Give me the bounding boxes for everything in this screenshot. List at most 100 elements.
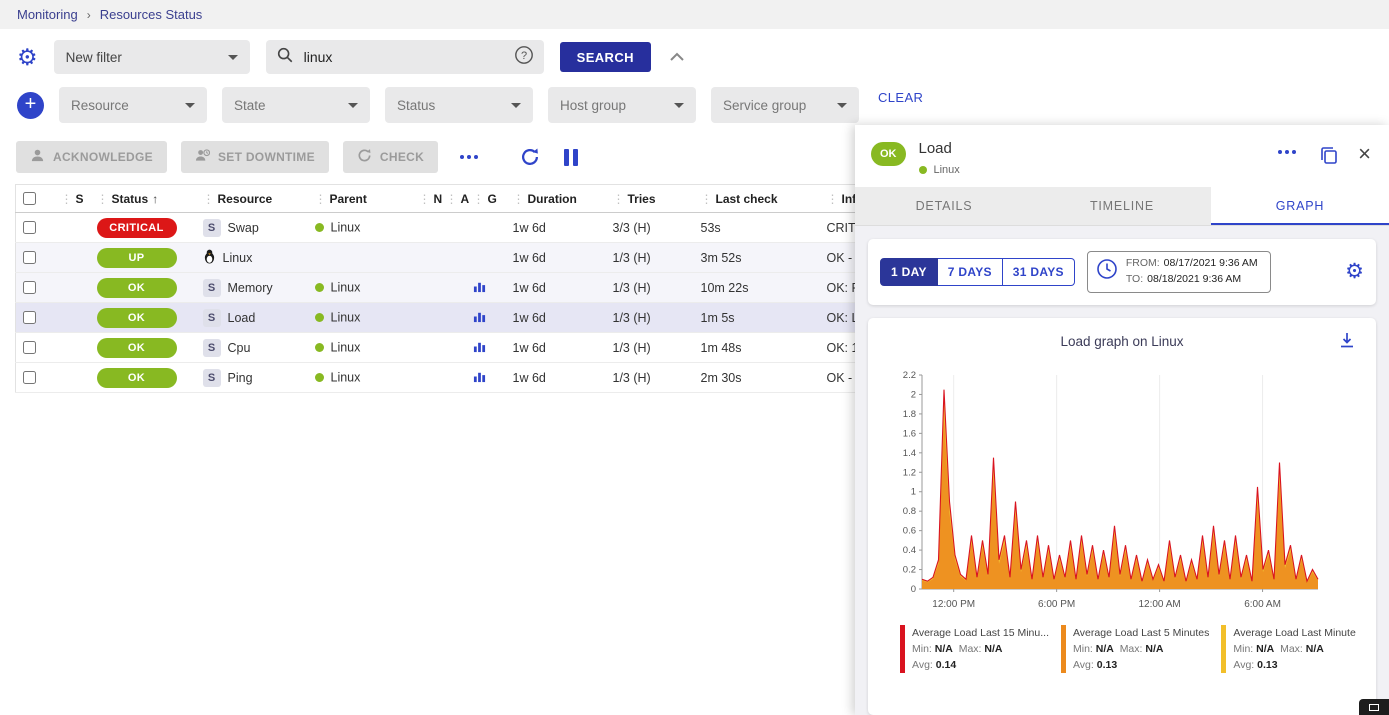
search-button[interactable]: SEARCH: [560, 42, 651, 72]
resource-name[interactable]: Ping: [228, 371, 253, 385]
parent-name[interactable]: Linux: [331, 341, 361, 355]
custom-date-range[interactable]: FROM:08/17/2021 9:36 AM TO:08/18/2021 9:…: [1087, 251, 1271, 293]
refresh-icon[interactable]: [518, 145, 542, 169]
more-actions-icon[interactable]: [452, 155, 486, 159]
col-notes[interactable]: N: [434, 192, 443, 206]
range-1-day-button[interactable]: 1 DAY: [880, 258, 938, 286]
service-group-filter-select[interactable]: Service group: [711, 87, 859, 123]
legend-item[interactable]: Average Load Last 15 Minu... Min: N/A Ma…: [900, 625, 1049, 674]
panel-subtitle[interactable]: Linux: [934, 164, 960, 176]
avg-value: 0.13: [1257, 659, 1277, 671]
export-graph-icon[interactable]: [1332, 330, 1362, 353]
col-action[interactable]: A: [461, 192, 470, 206]
svg-text:1.2: 1.2: [903, 467, 916, 478]
column-drag-icon[interactable]: ⋮: [315, 192, 327, 206]
column-drag-icon[interactable]: ⋮: [446, 192, 458, 206]
col-severity[interactable]: S: [76, 192, 84, 206]
check-button[interactable]: CHECK: [343, 141, 438, 173]
graph-chart-icon[interactable]: [473, 312, 486, 326]
pause-icon[interactable]: [564, 149, 578, 166]
close-icon[interactable]: ×: [1354, 143, 1375, 165]
col-duration[interactable]: Duration: [528, 192, 577, 206]
resource-name[interactable]: Linux: [223, 251, 253, 265]
column-drag-icon[interactable]: ⋮: [827, 192, 839, 206]
column-drag-icon[interactable]: ⋮: [701, 192, 713, 206]
tab-details[interactable]: DETAILS: [855, 187, 1033, 225]
column-drag-icon[interactable]: ⋮: [473, 192, 485, 206]
acknowledge-button[interactable]: ACKNOWLEDGE: [16, 141, 167, 173]
col-resource[interactable]: Resource: [218, 192, 273, 206]
resource-name[interactable]: Swap: [228, 221, 259, 235]
to-value[interactable]: 08/18/2021 9:36 AM: [1147, 273, 1241, 285]
max-label: Max:: [959, 643, 982, 655]
column-drag-icon[interactable]: ⋮: [613, 192, 625, 206]
graph-chart-icon[interactable]: [473, 282, 486, 296]
tab-timeline[interactable]: TIMELINE: [1033, 187, 1211, 225]
svg-text:12:00 AM: 12:00 AM: [1138, 599, 1180, 610]
add-criteria-button[interactable]: +: [17, 92, 44, 119]
duration-cell: 1w 6d: [510, 363, 610, 393]
host-group-filter-select[interactable]: Host group: [548, 87, 696, 123]
legend-item[interactable]: Average Load Last 5 Minutes Min: N/A Max…: [1061, 625, 1209, 674]
select-all-checkbox[interactable]: [23, 192, 36, 205]
col-tries[interactable]: Tries: [628, 192, 656, 206]
status-badge: OK: [97, 308, 177, 328]
last-check-cell: 1m 48s: [698, 333, 824, 363]
col-last-check[interactable]: Last check: [716, 192, 778, 206]
panel-more-icon[interactable]: [1270, 150, 1304, 154]
col-parent[interactable]: Parent: [330, 192, 367, 206]
clock-icon: [1096, 258, 1118, 285]
parent-name[interactable]: Linux: [331, 221, 361, 235]
parent-name[interactable]: Linux: [331, 281, 361, 295]
status-filter-select[interactable]: Status: [385, 87, 533, 123]
from-value[interactable]: 08/17/2021 9:36 AM: [1164, 257, 1258, 269]
parent-name[interactable]: Linux: [331, 371, 361, 385]
tries-cell: 1/3 (H): [610, 243, 698, 273]
graph-chart-icon[interactable]: [473, 342, 486, 356]
svg-text:1: 1: [911, 486, 916, 497]
row-checkbox[interactable]: [23, 221, 36, 234]
resource-name[interactable]: Load: [228, 311, 256, 325]
range-7-days-button[interactable]: 7 DAYS: [938, 258, 1003, 286]
copy-link-icon[interactable]: [1317, 143, 1341, 167]
sort-asc-icon[interactable]: ↑: [152, 192, 158, 206]
resources-status-page: Monitoring › Resources Status ⚙ New filt…: [0, 0, 1389, 715]
filter-settings-gear-icon[interactable]: ⚙: [17, 46, 38, 69]
saved-filter-select[interactable]: New filter: [54, 40, 250, 74]
collapse-filters-chevron-icon[interactable]: [667, 50, 687, 64]
col-graph[interactable]: G: [488, 192, 497, 206]
row-checkbox[interactable]: [23, 311, 36, 324]
range-31-days-button[interactable]: 31 DAYS: [1003, 258, 1075, 286]
corner-overlay-icon[interactable]: [1359, 699, 1389, 715]
col-status[interactable]: Status: [112, 192, 149, 206]
resource-name[interactable]: Cpu: [228, 341, 251, 355]
column-drag-icon[interactable]: ⋮: [513, 192, 525, 206]
graph-settings-gear-icon[interactable]: ⚙: [1345, 261, 1364, 282]
tab-graph[interactable]: GRAPH: [1211, 187, 1389, 225]
search-input[interactable]: [302, 48, 506, 66]
resource-name[interactable]: Memory: [228, 281, 273, 295]
column-drag-icon[interactable]: ⋮: [419, 192, 431, 206]
set-downtime-button[interactable]: SET DOWNTIME: [181, 141, 329, 173]
legend-name: Average Load Last Minute: [1233, 625, 1355, 641]
column-drag-icon[interactable]: ⋮: [203, 192, 215, 206]
chevron-down-icon: [511, 103, 521, 108]
last-check-cell: 10m 22s: [698, 273, 824, 303]
help-icon[interactable]: ?: [514, 45, 534, 70]
column-drag-icon[interactable]: ⋮: [97, 192, 109, 206]
load-graph-chart[interactable]: 12:00 PM6:00 PM12:00 AM6:00 AM00.20.40.6…: [886, 363, 1364, 615]
parent-name[interactable]: Linux: [331, 311, 361, 325]
breadcrumb-monitoring[interactable]: Monitoring: [17, 7, 78, 22]
row-checkbox[interactable]: [23, 251, 36, 264]
row-checkbox[interactable]: [23, 281, 36, 294]
duration-cell: 1w 6d: [510, 243, 610, 273]
clear-filters-button[interactable]: CLEAR: [878, 90, 923, 105]
resource-filter-select[interactable]: Resource: [59, 87, 207, 123]
column-drag-icon[interactable]: ⋮: [61, 192, 73, 206]
row-checkbox[interactable]: [23, 371, 36, 384]
graph-chart-icon[interactable]: [473, 372, 486, 386]
row-checkbox[interactable]: [23, 341, 36, 354]
duration-cell: 1w 6d: [510, 333, 610, 363]
state-filter-select[interactable]: State: [222, 87, 370, 123]
legend-item[interactable]: Average Load Last Minute Min: N/A Max: N…: [1221, 625, 1355, 674]
